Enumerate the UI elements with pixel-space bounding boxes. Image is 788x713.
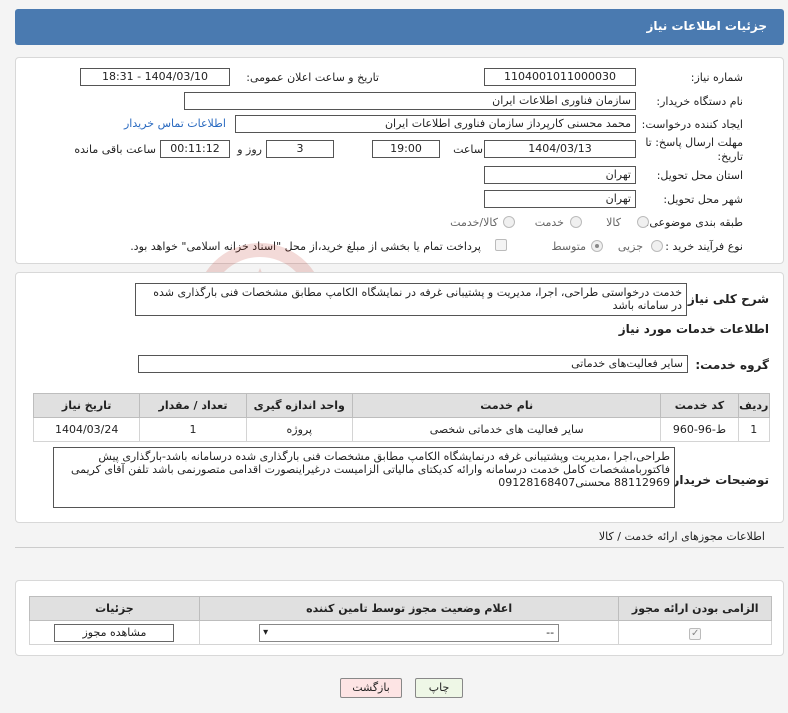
permits-table-header: الزامی بودن ارائه مجوز اعلام وضعیت مجوز … (29, 596, 772, 621)
service-group-field: سایر فعالیت‌های خدماتی (138, 355, 688, 373)
cell-need-date: 1404/03/24 (32, 417, 141, 442)
permits-divider (15, 547, 784, 548)
table-row: ✓ -- ▾ مشاهده مجوز (29, 620, 772, 645)
province-label: استان محل تحویل: (656, 169, 743, 182)
category-option-goods-service: کالا/خدمت (450, 216, 498, 229)
purchase-type-radio-minor[interactable] (651, 240, 663, 252)
need-info-card (15, 57, 784, 264)
col-permit-status: اعلام وضعیت مجوز توسط تامین کننده (198, 596, 620, 621)
cell-service-code: ط-96-960 (660, 417, 739, 442)
category-radio-goods-service[interactable] (503, 216, 515, 228)
treasury-payment-note: پرداخت تمام یا بخشی از مبلغ خرید،از محل … (130, 240, 481, 253)
deadline-label-date: تاریخ: (717, 150, 743, 163)
category-radio-service[interactable] (570, 216, 582, 228)
buyer-notes-label: توضیحات خریدار: (667, 473, 769, 487)
announce-date-field: 1404/03/10 - 18:31 (80, 68, 230, 86)
col-service-code: کد خدمت (660, 393, 739, 418)
remaining-days-field: 3 (266, 140, 334, 158)
permit-status-select[interactable]: -- ▾ (259, 623, 560, 642)
buyer-org-field: سازمان فناوری اطلاعات ایران (184, 92, 636, 110)
view-permit-button[interactable]: مشاهده مجوز (54, 623, 175, 642)
permits-table: الزامی بودن ارائه مجوز اعلام وضعیت مجوز … (29, 596, 772, 645)
col-need-date: تاریخ نیاز (32, 393, 141, 418)
purchase-type-option-minor: جزیی (617, 240, 643, 253)
cell-row: 1 (737, 417, 771, 442)
deadline-time-field: 19:00 (372, 140, 440, 158)
purchase-type-radio-medium[interactable] (591, 240, 603, 252)
col-permit-required: الزامی بودن ارائه مجوز (618, 596, 772, 621)
cell-permit-required: ✓ (618, 620, 772, 645)
chevron-down-icon: ▾ (263, 626, 269, 638)
remaining-time-field: 00:11:12 (160, 140, 230, 158)
col-row: ردیف (737, 393, 771, 418)
buyer-contact-link[interactable]: اطلاعات تماس خریدار (124, 117, 226, 130)
permit-required-checkbox: ✓ (689, 627, 702, 640)
cell-unit: پروژه (245, 417, 353, 442)
purchase-type-option-medium: متوسط (551, 240, 586, 253)
permit-status-value: -- (546, 625, 555, 639)
city-label: شهر محل تحویل: (663, 193, 743, 206)
cell-quantity: 1 (139, 417, 247, 442)
cell-service-name: سایر فعالیت های خدماتی شخصی (351, 417, 662, 442)
requester-label: ایجاد کننده درخواست: (641, 118, 743, 131)
cell-permit-status: -- ▾ (198, 620, 620, 645)
col-quantity: تعداد / مقدار (139, 393, 247, 418)
category-option-goods: کالا (606, 216, 621, 229)
buyer-org-label: نام دستگاه خریدار: (656, 95, 743, 108)
services-section-title: اطلاعات خدمات مورد نیاز (618, 322, 769, 336)
purchase-type-label: نوع فرآیند خرید : (665, 240, 743, 253)
page-title: جزئیات اطلاعات نیاز (646, 19, 767, 33)
table-row: 1 ط-96-960 سایر فعالیت های خدماتی شخصی پ… (32, 417, 771, 442)
buyer-notes-textarea[interactable]: طراحی،اجرا ،مدیریت وپشتیبانی غرفه درنمای… (53, 447, 675, 508)
services-table-header: ردیف کد خدمت نام خدمت واحد اندازه گیری ت… (32, 393, 771, 418)
back-button[interactable]: بازگشت (340, 678, 402, 698)
city-field: تهران (484, 190, 636, 208)
deadline-label: مهلت ارسال پاسخ: تا (645, 136, 743, 149)
col-unit: واحد اندازه گیری (245, 393, 353, 418)
services-table: ردیف کد خدمت نام خدمت واحد اندازه گیری ت… (32, 393, 771, 442)
col-permit-details: جزئیات (29, 596, 200, 621)
service-group-label: گروه خدمت: (695, 358, 769, 372)
announce-date-label: تاریخ و ساعت اعلان عمومی: (246, 71, 379, 84)
remaining-time-label: ساعت باقی مانده (74, 143, 156, 156)
treasury-payment-checkbox[interactable] (495, 239, 507, 251)
category-option-service: خدمت (534, 216, 564, 229)
col-service-name: نام خدمت (351, 393, 662, 418)
description-label: شرح کلی نیاز: (683, 292, 769, 306)
deadline-time-label: ساعت (453, 143, 483, 156)
need-number-field: 1104001011000030 (484, 68, 636, 86)
category-radio-goods[interactable] (637, 216, 649, 228)
province-field: تهران (484, 166, 636, 184)
requester-field: محمد محسنی کارپرداز سازمان فناوری اطلاعا… (235, 115, 636, 133)
category-label: طبقه بندی موضوعی: (645, 216, 743, 229)
days-label: روز و (237, 143, 262, 156)
print-button[interactable]: چاپ (415, 678, 463, 698)
permits-section-title: اطلاعات مجوزهای ارائه خدمت / کالا (598, 530, 765, 543)
need-number-label: شماره نیاز: (690, 71, 743, 84)
deadline-date-field: 1404/03/13 (484, 140, 636, 158)
page-header: جزئیات اطلاعات نیاز (15, 9, 784, 45)
description-textarea[interactable]: خدمت درخواستی طراحی، اجرا، مدیریت و پشتی… (135, 283, 687, 316)
cell-permit-details: مشاهده مجوز (29, 620, 200, 645)
